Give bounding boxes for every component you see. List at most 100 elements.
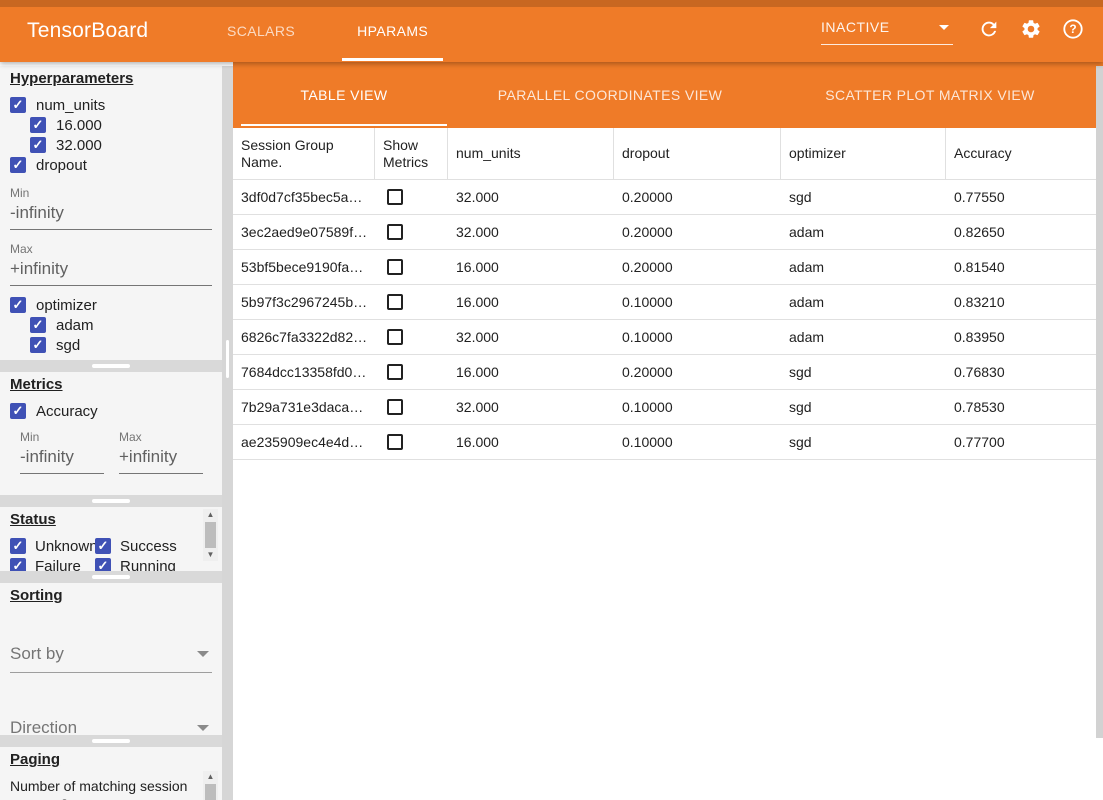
- refresh-button[interactable]: [977, 19, 1001, 43]
- num-units-value-row: 16.000: [30, 116, 212, 134]
- section-resize-divider[interactable]: [0, 571, 222, 583]
- tab-parallel-coordinates-view[interactable]: PARALLEL COORDINATES VIEW: [447, 62, 773, 128]
- drag-handle-icon: [92, 739, 130, 743]
- status-unknown-checkbox[interactable]: [10, 538, 26, 554]
- show-metrics-cell: [375, 425, 448, 459]
- table-row: 6826c7fa3322d82… 32.000 0.10000 adam 0.8…: [233, 320, 1103, 355]
- status-checkbox-grid: Unknown Success Failure Running: [10, 537, 200, 571]
- optimizer-value-row: sgd: [30, 336, 212, 354]
- section-resize-divider[interactable]: [0, 495, 222, 507]
- accuracy-cell: 0.78530: [946, 390, 1103, 424]
- help-icon: ?: [1062, 18, 1084, 45]
- num-units-cell: 16.000: [448, 355, 614, 389]
- min-label: Min: [20, 430, 104, 444]
- status-failure-checkbox[interactable]: [10, 558, 26, 571]
- help-button[interactable]: ?: [1061, 19, 1085, 43]
- dropout-max-input[interactable]: +infinity: [10, 256, 212, 286]
- chevron-down-icon: [197, 651, 209, 657]
- sorting-section: Sorting Sort by Direction: [0, 583, 222, 735]
- paging-title: Paging: [10, 751, 212, 768]
- num-units-16-checkbox[interactable]: [30, 117, 46, 133]
- paging-section: Paging Number of matching session groups…: [0, 747, 222, 800]
- table-row: 7b29a731e3daca… 32.000 0.10000 sgd 0.785…: [233, 390, 1103, 425]
- status-running-row: Running: [95, 557, 200, 571]
- hyperparameters-title: Hyperparameters: [10, 70, 212, 87]
- app-toolbar: TensorBoard SCALARS HPARAMS INACTIVE ?: [0, 0, 1103, 62]
- optimizer-sgd-checkbox[interactable]: [30, 337, 46, 353]
- sorting-title: Sorting: [10, 587, 212, 604]
- section-resize-divider[interactable]: [0, 360, 222, 372]
- show-metrics-checkbox[interactable]: [387, 259, 403, 275]
- optimizer-value-row: adam: [30, 316, 212, 334]
- direction-select[interactable]: Direction: [10, 716, 212, 735]
- accuracy-max-input[interactable]: +infinity: [119, 444, 203, 474]
- col-accuracy[interactable]: Accuracy: [946, 128, 1103, 179]
- col-num-units[interactable]: num_units: [448, 128, 614, 179]
- table-row: 7684dcc13358fd0… 16.000 0.20000 sgd 0.76…: [233, 355, 1103, 390]
- optimizer-checkbox[interactable]: [10, 297, 26, 313]
- status-success-row: Success: [95, 537, 200, 555]
- num-units-32-checkbox[interactable]: [30, 137, 46, 153]
- show-metrics-checkbox[interactable]: [387, 189, 403, 205]
- show-metrics-checkbox[interactable]: [387, 294, 403, 310]
- scroll-up-icon[interactable]: ▲: [203, 509, 218, 521]
- optimizer-cell: sgd: [781, 425, 946, 459]
- num-units-cell: 16.000: [448, 250, 614, 284]
- sidebar-resize-gutter[interactable]: [222, 66, 233, 800]
- scroll-up-icon[interactable]: ▲: [203, 771, 218, 783]
- tab-scatter-plot-matrix-view[interactable]: SCATTER PLOT MATRIX VIEW: [773, 62, 1087, 128]
- settings-button[interactable]: [1019, 19, 1043, 43]
- scrollbar-thumb[interactable]: [205, 784, 216, 800]
- tab-hparams[interactable]: HPARAMS: [326, 0, 459, 62]
- accuracy-cell: 0.83950: [946, 320, 1103, 354]
- dropout-cell: 0.20000: [614, 180, 781, 214]
- session-group-name-cell: 3df0d7cf35bec5a…: [233, 180, 375, 214]
- table-row: 3df0d7cf35bec5a… 32.000 0.20000 sgd 0.77…: [233, 180, 1103, 215]
- main-scrollbar[interactable]: [1096, 66, 1103, 738]
- drag-handle-icon: [92, 364, 130, 368]
- reload-status-dropdown[interactable]: INACTIVE: [821, 17, 953, 45]
- status-success-checkbox[interactable]: [95, 538, 111, 554]
- status-running-checkbox[interactable]: [95, 558, 111, 571]
- show-metrics-checkbox[interactable]: [387, 364, 403, 380]
- show-metrics-cell: [375, 250, 448, 284]
- show-metrics-checkbox[interactable]: [387, 399, 403, 415]
- dropout-max-field: Max +infinity: [10, 242, 212, 286]
- tab-table-view[interactable]: TABLE VIEW: [241, 62, 447, 128]
- scroll-down-icon[interactable]: ▼: [203, 549, 218, 561]
- show-metrics-checkbox[interactable]: [387, 329, 403, 345]
- col-session-group-name[interactable]: Session Group Name.: [233, 128, 375, 179]
- max-label: Max: [119, 430, 203, 444]
- dropout-checkbox[interactable]: [10, 157, 26, 173]
- optimizer-cell: adam: [781, 250, 946, 284]
- table-row: ae235909ec4e4d… 16.000 0.10000 sgd 0.777…: [233, 425, 1103, 460]
- accuracy-minmax: Min -infinity Max +infinity: [20, 430, 212, 474]
- session-group-name-cell: 53bf5bece9190fa…: [233, 250, 375, 284]
- chevron-down-icon: [197, 725, 209, 731]
- optimizer-adam-checkbox[interactable]: [30, 317, 46, 333]
- dropout-cell: 0.20000: [614, 250, 781, 284]
- show-metrics-checkbox[interactable]: [387, 434, 403, 450]
- num-units-cell: 16.000: [448, 425, 614, 459]
- num-units-checkbox[interactable]: [10, 97, 26, 113]
- tab-scalars[interactable]: SCALARS: [196, 0, 326, 62]
- show-metrics-checkbox[interactable]: [387, 224, 403, 240]
- status-scrollbar[interactable]: ▲ ▼: [203, 509, 218, 561]
- hparam-dropout-row: dropout: [10, 156, 212, 174]
- col-optimizer[interactable]: optimizer: [781, 128, 946, 179]
- status-unknown-row: Unknown: [10, 537, 95, 555]
- col-show-metrics[interactable]: Show Metrics: [375, 128, 448, 179]
- dropout-min-input[interactable]: -infinity: [10, 200, 212, 230]
- scrollbar-thumb[interactable]: [205, 522, 216, 548]
- optimizer-cell: sgd: [781, 390, 946, 424]
- accuracy-min-field: Min -infinity: [20, 430, 104, 474]
- accuracy-min-input[interactable]: -infinity: [20, 444, 104, 474]
- section-resize-divider[interactable]: [0, 735, 222, 747]
- view-tabs: TABLE VIEW PARALLEL COORDINATES VIEW SCA…: [233, 62, 1103, 128]
- dropout-cell: 0.20000: [614, 215, 781, 249]
- accuracy-checkbox[interactable]: [10, 403, 26, 419]
- svg-text:?: ?: [1069, 22, 1076, 36]
- sort-by-select[interactable]: Sort by: [10, 642, 212, 673]
- col-dropout[interactable]: dropout: [614, 128, 781, 179]
- paging-scrollbar[interactable]: ▲: [203, 771, 218, 800]
